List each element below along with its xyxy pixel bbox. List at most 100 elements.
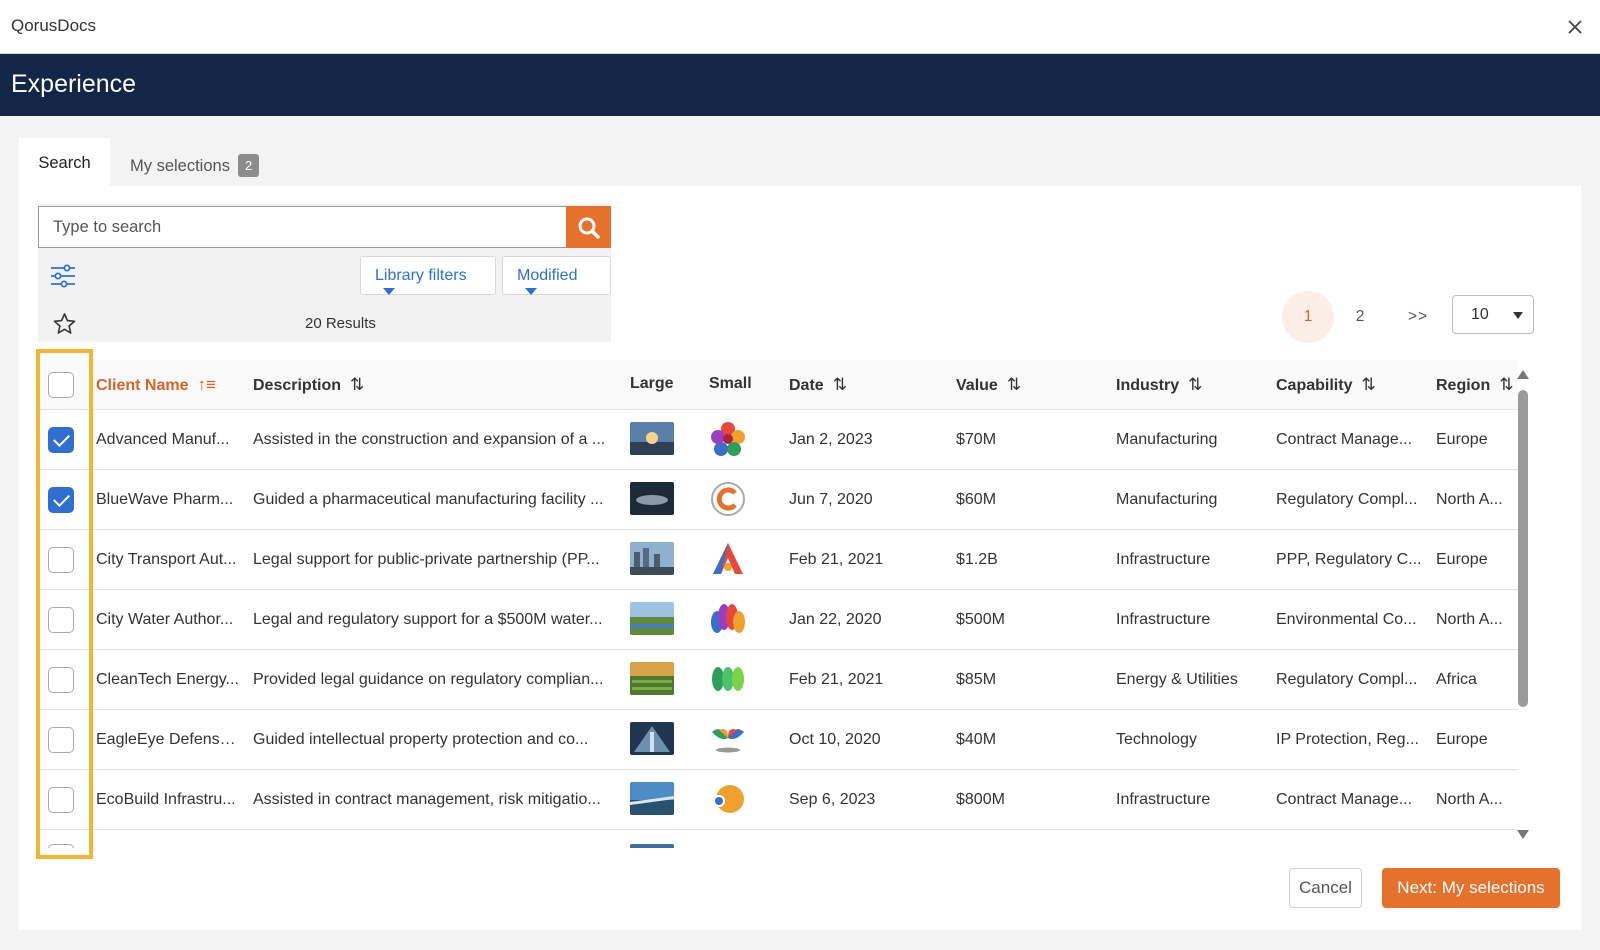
- column-label: Large: [630, 375, 674, 392]
- select-all-checkbox[interactable]: [48, 372, 74, 398]
- caret-down-icon: [383, 288, 395, 295]
- date-cell: Jan 22, 2020: [789, 611, 882, 628]
- star-icon[interactable]: [52, 312, 77, 336]
- caret-down-icon: [1513, 312, 1523, 319]
- row-checkbox[interactable]: [48, 427, 74, 453]
- column-header-description[interactable]: Description ⇅: [253, 375, 364, 395]
- region-cell: North A...: [1436, 791, 1503, 808]
- date-cell: Feb 21, 2021: [789, 671, 884, 688]
- next-my-selections-button[interactable]: Next: My selections: [1382, 868, 1560, 908]
- sort-icon: ⇅: [350, 375, 365, 394]
- column-header-client-name[interactable]: Client Name ↑≡: [96, 375, 216, 395]
- region-cell: Europe: [1436, 731, 1488, 748]
- large-image-thumbnail: [630, 422, 674, 455]
- capability-cell: Regulatory Compl...: [1276, 491, 1418, 508]
- sort-ascending-icon: ↑≡: [197, 375, 216, 394]
- column-header-small: Small: [709, 375, 752, 393]
- modified-label: Modified: [517, 267, 578, 284]
- row-checkbox[interactable]: [48, 667, 74, 693]
- capability-cell: IP Protection, Reg...: [1276, 731, 1419, 748]
- large-image-thumbnail: [630, 844, 674, 848]
- column-header-industry[interactable]: Industry ⇅: [1116, 375, 1202, 395]
- tab-my-selections[interactable]: My selections 2: [130, 138, 260, 186]
- search-input[interactable]: [38, 206, 567, 248]
- capability-cell: Environmental Co...: [1276, 611, 1417, 628]
- sliders-icon[interactable]: [50, 264, 76, 288]
- column-header-date[interactable]: Date ⇅: [789, 375, 847, 395]
- page-size-select[interactable]: 10: [1452, 295, 1534, 334]
- region-cell: North A...: [1436, 491, 1503, 508]
- client-name-cell: Advanced Manuf...: [96, 431, 230, 448]
- triangle-logo-icon: [713, 543, 743, 574]
- column-label: Small: [709, 375, 752, 392]
- region-cell: Africa: [1436, 671, 1477, 688]
- industry-cell: Manufacturing: [1116, 491, 1218, 508]
- description-cell: Assisted in the construction and expansi…: [253, 431, 606, 448]
- column-header-region[interactable]: Region ⇅: [1436, 375, 1513, 395]
- flower-logo-icon: [711, 422, 745, 456]
- row-checkbox[interactable]: [48, 844, 74, 848]
- sort-icon: ⇅: [832, 375, 847, 394]
- library-filters-dropdown[interactable]: Library filters: [360, 256, 496, 295]
- page-header: Experience: [0, 54, 1600, 116]
- column-label: Region: [1436, 377, 1491, 394]
- close-icon[interactable]: [1566, 18, 1584, 36]
- page-button-1[interactable]: 1: [1282, 291, 1334, 343]
- table-row[interactable]: CleanTech Energy... Provided legal guida…: [38, 650, 1518, 710]
- column-label: Client Name: [96, 377, 189, 394]
- scrollbar-thumb[interactable]: [1518, 390, 1528, 707]
- column-label: Description: [253, 377, 342, 394]
- scroll-up-arrow-icon[interactable]: [1517, 370, 1529, 379]
- value-cell: $70M: [956, 431, 997, 448]
- table-row[interactable]: EcoBuild Infrastru... Assisted in contra…: [38, 770, 1518, 830]
- results-count: 20 Results: [305, 315, 376, 332]
- window-titlebar: QorusDocs: [0, 0, 1600, 54]
- search-icon: [578, 217, 600, 239]
- row-checkbox[interactable]: [48, 787, 74, 813]
- table-row[interactable]: [38, 830, 1518, 848]
- description-cell: Assisted in contract management, risk mi…: [253, 791, 601, 808]
- region-cell: Europe: [1436, 431, 1488, 448]
- description-cell: Guided intellectual property protection …: [253, 731, 589, 748]
- page-button-2[interactable]: 2: [1334, 291, 1386, 343]
- cancel-button[interactable]: Cancel: [1289, 868, 1362, 908]
- date-cell: Sep 6, 2023: [789, 791, 876, 808]
- description-cell: Legal support for public-private partner…: [253, 551, 600, 568]
- caret-down-icon: [525, 288, 537, 295]
- row-checkbox[interactable]: [48, 547, 74, 573]
- column-header-capability[interactable]: Capability ⇅: [1276, 375, 1376, 395]
- row-checkbox[interactable]: [48, 727, 74, 753]
- large-image-thumbnail: [630, 662, 674, 695]
- table-row[interactable]: City Water Author... Legal and regulator…: [38, 590, 1518, 650]
- column-header-value[interactable]: Value ⇅: [956, 375, 1021, 395]
- value-cell: $85M: [956, 671, 997, 688]
- industry-cell: Technology: [1116, 731, 1197, 748]
- row-checkbox[interactable]: [48, 487, 74, 513]
- region-cell: North A...: [1436, 611, 1503, 628]
- scroll-down-arrow-icon[interactable]: [1517, 830, 1529, 839]
- sort-icon: ⇅: [1499, 375, 1514, 394]
- search-button[interactable]: [566, 206, 611, 248]
- fan-logo-icon: [711, 604, 745, 633]
- modified-sort-dropdown[interactable]: Modified: [502, 256, 611, 295]
- tab-search[interactable]: Search: [19, 138, 110, 186]
- row-checkbox[interactable]: [48, 607, 74, 633]
- industry-cell: Infrastructure: [1116, 611, 1211, 628]
- table-row[interactable]: City Transport Aut... Legal support for …: [38, 530, 1518, 590]
- client-name-cell: City Transport Aut...: [96, 551, 237, 568]
- large-image-thumbnail: [630, 602, 674, 635]
- next-page-button[interactable]: >>: [1392, 291, 1444, 343]
- sort-icon: ⇅: [1006, 375, 1022, 394]
- date-cell: Jun 7, 2020: [789, 491, 873, 508]
- sort-icon: ⇅: [1361, 375, 1376, 394]
- capability-cell: PPP, Regulatory C...: [1276, 551, 1422, 568]
- client-name-cell: CleanTech Energy...: [96, 671, 239, 688]
- date-cell: Jan 2, 2023: [789, 431, 873, 448]
- table-row[interactable]: Advanced Manuf... Assisted in the constr…: [38, 410, 1518, 470]
- c-logo-icon: [711, 482, 745, 516]
- industry-cell: Energy & Utilities: [1116, 671, 1238, 688]
- table-row[interactable]: BlueWave Pharm... Guided a pharmaceutica…: [38, 470, 1518, 530]
- table-row[interactable]: EagleEye Defense... Guided intellectual …: [38, 710, 1518, 770]
- value-cell: $500M: [956, 611, 1005, 628]
- client-name-cell: EcoBuild Infrastru...: [96, 791, 236, 808]
